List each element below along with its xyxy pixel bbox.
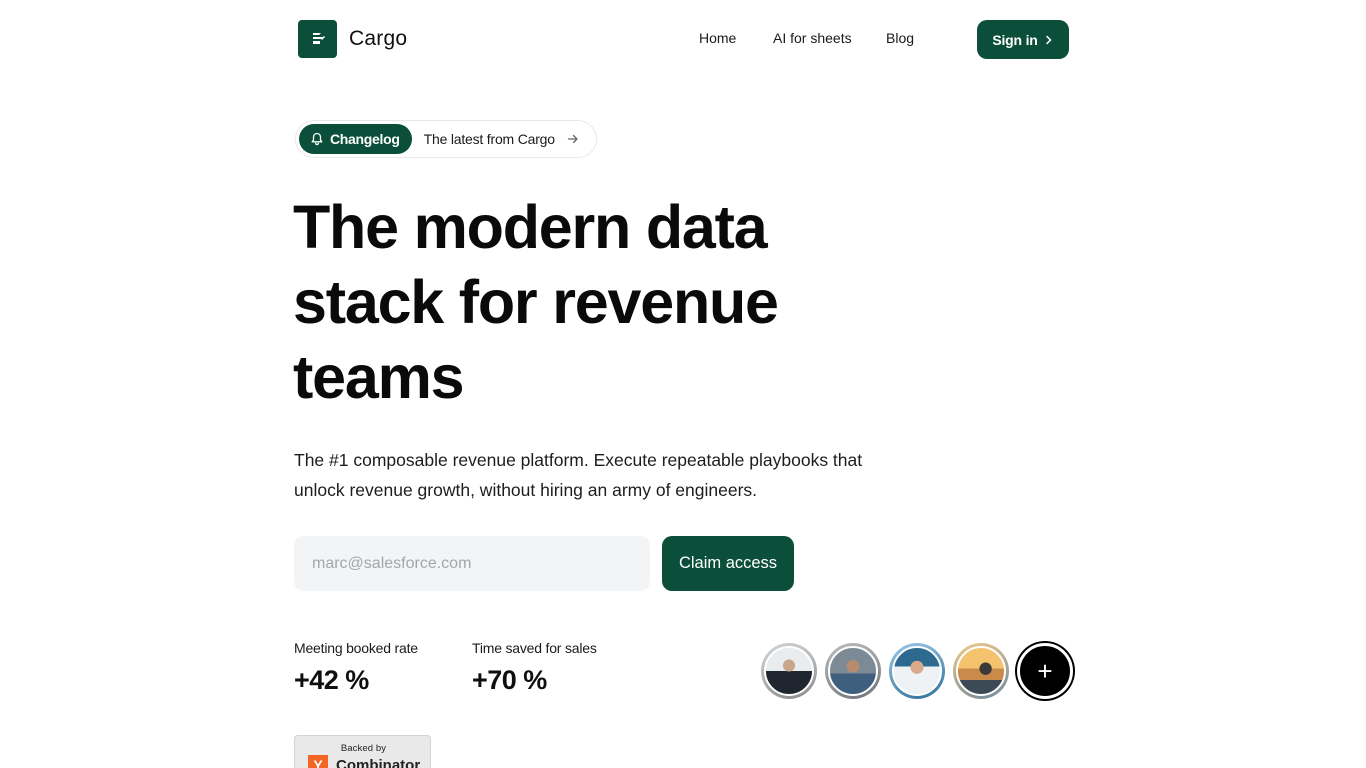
- hero-title-line-2: stack for revenue: [293, 268, 779, 336]
- plus-icon: +: [1037, 656, 1053, 686]
- avatar: [761, 643, 817, 699]
- stat-value: +42 %: [294, 665, 369, 695]
- hero-title-line-1: The modern data: [293, 193, 768, 261]
- y-combinator-name: Combinator: [336, 756, 421, 768]
- hero-title-line-3: teams: [293, 343, 465, 411]
- yc-logo-row: Y Combinator: [308, 755, 420, 768]
- claim-access-button[interactable]: Claim access: [662, 536, 794, 591]
- cargo-logo-icon: [298, 20, 337, 58]
- arrow-right-icon: [567, 133, 579, 145]
- stat-value: +70 %: [472, 665, 547, 695]
- stat-label: Time saved for sales: [472, 640, 597, 656]
- sign-in-label: Sign in: [992, 31, 1038, 48]
- customer-avatars: +: [761, 643, 1073, 699]
- backed-by-badge[interactable]: Backed by Y Combinator: [294, 735, 431, 768]
- email-input[interactable]: [294, 536, 650, 591]
- avatar: [825, 643, 881, 699]
- changelog-badge-label: Changelog: [330, 131, 400, 147]
- backed-by-label: Backed by: [340, 743, 387, 754]
- site-header: Cargo Home AI for sheets Blog Sign in: [0, 0, 1366, 78]
- sign-in-button[interactable]: Sign in: [977, 20, 1069, 59]
- nav-item-home[interactable]: Home: [699, 30, 736, 46]
- changelog-pill[interactable]: Changelog The latest from Cargo: [295, 120, 597, 158]
- bell-icon: [311, 132, 323, 146]
- nav-item-ai-for-sheets[interactable]: AI for sheets: [773, 30, 852, 46]
- avatar: [953, 643, 1009, 699]
- changelog-text: The latest from Cargo: [423, 131, 555, 147]
- y-combinator-logo-icon: Y: [308, 755, 328, 768]
- nav-item-blog[interactable]: Blog: [886, 30, 914, 46]
- stat-meeting-booked-rate: Meeting booked rate +42 %: [294, 640, 418, 696]
- hero-subtitle: The #1 composable revenue platform. Exec…: [294, 450, 863, 500]
- chevron-right-icon: [1045, 35, 1052, 44]
- brand-logo[interactable]: Cargo: [298, 20, 407, 58]
- brand-name: Cargo: [349, 27, 408, 50]
- stat-time-saved: Time saved for sales +70 %: [472, 640, 597, 696]
- changelog-badge: Changelog: [299, 124, 412, 154]
- add-avatar-button[interactable]: +: [1017, 643, 1073, 699]
- stat-label: Meeting booked rate: [294, 640, 418, 656]
- avatar: [889, 643, 945, 699]
- hero-title: The modern data stack for revenue teams: [293, 190, 853, 415]
